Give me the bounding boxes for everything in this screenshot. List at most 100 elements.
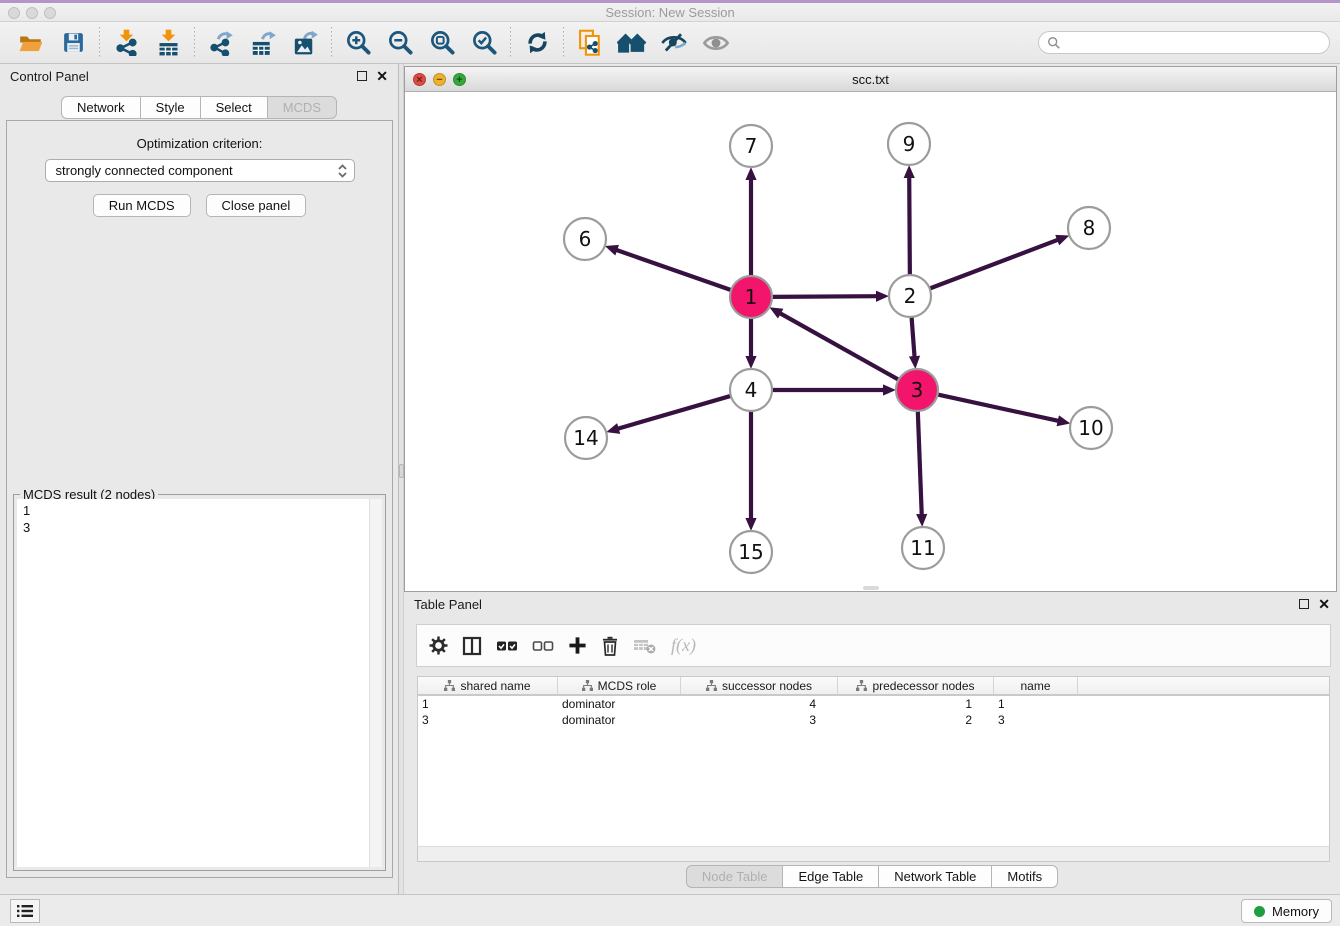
column-header-label: MCDS role bbox=[598, 679, 657, 693]
table-cell[interactable]: 1 bbox=[994, 697, 1078, 711]
run-mcds-button[interactable]: Run MCDS bbox=[93, 194, 191, 217]
task-history-button[interactable] bbox=[10, 899, 40, 923]
table-hscroll[interactable] bbox=[417, 846, 1330, 862]
graph-node-label: 14 bbox=[573, 426, 598, 450]
hide-selected-button[interactable] bbox=[653, 25, 695, 61]
zoom-fit-button[interactable] bbox=[421, 25, 463, 61]
import-network-button[interactable] bbox=[105, 25, 147, 61]
delete-column-button[interactable] bbox=[601, 636, 619, 656]
zoom-out-button[interactable] bbox=[379, 25, 421, 61]
export-table-button[interactable] bbox=[242, 25, 284, 61]
memory-button[interactable]: Memory bbox=[1241, 899, 1332, 923]
import-table-button[interactable] bbox=[147, 25, 189, 61]
eye-slash-icon bbox=[660, 29, 688, 57]
column-header-shared-name[interactable]: shared name bbox=[418, 677, 558, 694]
network-from-clipboard-button[interactable] bbox=[569, 25, 611, 61]
open-session-button[interactable] bbox=[10, 25, 52, 61]
refresh-button[interactable] bbox=[516, 25, 558, 61]
toolbar-separator bbox=[99, 27, 100, 59]
import-table-icon bbox=[155, 29, 182, 56]
save-session-button[interactable] bbox=[52, 25, 94, 61]
optimization-criterion-select[interactable]: strongly connected component bbox=[45, 159, 355, 182]
open-folder-icon bbox=[18, 30, 44, 56]
network-canvas[interactable]: 7968124314101511 bbox=[405, 92, 1336, 591]
tab-edge-table[interactable]: Edge Table bbox=[783, 865, 879, 888]
graph-edge-4-14[interactable] bbox=[618, 395, 733, 428]
table-cell[interactable]: 3 bbox=[418, 713, 558, 727]
add-column-button[interactable] bbox=[568, 636, 587, 655]
table-cell[interactable]: 3 bbox=[681, 713, 838, 727]
table-cell[interactable]: dominator bbox=[558, 697, 681, 711]
network-graph[interactable]: 7968124314101511 bbox=[405, 92, 1336, 591]
tab-node-table[interactable]: Node Table bbox=[686, 865, 784, 888]
table-row[interactable]: 1dominator411 bbox=[418, 696, 1329, 712]
deselect-all-button[interactable] bbox=[532, 639, 554, 653]
node-table[interactable]: shared name MCDS role successor nodes prede… bbox=[417, 676, 1330, 846]
graph-node-label: 7 bbox=[745, 134, 758, 158]
export-network-button[interactable] bbox=[200, 25, 242, 61]
cyndex-browser-button[interactable] bbox=[611, 25, 653, 61]
column-header-successor-nodes[interactable]: successor nodes bbox=[681, 677, 838, 694]
zoom-in-button[interactable] bbox=[337, 25, 379, 61]
column-header-MCDS-role[interactable]: MCDS role bbox=[558, 677, 681, 694]
column-header-label: predecessor nodes bbox=[872, 679, 974, 693]
tab-network[interactable]: Network bbox=[61, 96, 141, 119]
toolbar-separator bbox=[331, 27, 332, 59]
tab-network-table[interactable]: Network Table bbox=[879, 865, 992, 888]
show-all-button[interactable] bbox=[695, 25, 737, 61]
import-network-icon bbox=[113, 29, 140, 56]
toolbar-separator bbox=[194, 27, 195, 59]
column-header-predecessor-nodes[interactable]: predecessor nodes bbox=[838, 677, 994, 694]
float-panel-icon[interactable] bbox=[357, 71, 367, 81]
select-all-button[interactable] bbox=[496, 639, 518, 653]
zoom-selected-button[interactable] bbox=[463, 25, 505, 61]
graph-edge-2-9[interactable] bbox=[909, 177, 910, 277]
tab-select[interactable]: Select bbox=[201, 96, 268, 119]
table-cell[interactable]: 3 bbox=[994, 713, 1078, 727]
close-panel-icon[interactable]: ✕ bbox=[1318, 599, 1330, 609]
tab-style[interactable]: Style bbox=[141, 96, 201, 119]
control-panel: Control Panel ✕ NetworkStyleSelectMCDS O… bbox=[0, 64, 398, 894]
mcds-result-item[interactable]: 1 bbox=[23, 502, 369, 519]
eye-icon bbox=[702, 29, 730, 57]
column-type-icon bbox=[706, 680, 717, 691]
mcds-result-scrollbar[interactable] bbox=[369, 499, 382, 867]
table-cell[interactable]: dominator bbox=[558, 713, 681, 727]
table-cell[interactable]: 1 bbox=[838, 697, 994, 711]
graph-node-label: 10 bbox=[1078, 416, 1103, 440]
control-panel-title: Control Panel bbox=[10, 69, 89, 84]
graph-edge-3-10[interactable] bbox=[936, 394, 1059, 421]
float-panel-icon[interactable] bbox=[1299, 599, 1309, 609]
graph-edge-1-6[interactable] bbox=[616, 250, 733, 291]
network-window-titlebar[interactable]: × − + scc.txt bbox=[405, 67, 1336, 92]
show-columns-button[interactable] bbox=[462, 636, 482, 656]
tab-mcds[interactable]: MCDS bbox=[268, 96, 337, 119]
graph-edge-3-11[interactable] bbox=[918, 409, 922, 515]
table-cell[interactable]: 2 bbox=[838, 713, 994, 727]
tab-motifs[interactable]: Motifs bbox=[992, 865, 1058, 888]
column-header-name[interactable]: name bbox=[994, 677, 1078, 694]
table-body: 1dominator4113dominator323 bbox=[418, 696, 1329, 728]
graph-node-label: 11 bbox=[910, 536, 935, 560]
export-network-icon bbox=[208, 29, 235, 56]
table-row[interactable]: 3dominator323 bbox=[418, 712, 1329, 728]
close-panel-icon[interactable]: ✕ bbox=[376, 71, 388, 81]
export-image-button[interactable] bbox=[284, 25, 326, 61]
close-panel-button[interactable]: Close panel bbox=[206, 194, 307, 217]
search-field[interactable] bbox=[1038, 31, 1330, 54]
graph-edge-2-8[interactable] bbox=[928, 240, 1058, 290]
graph-edge-1-2[interactable] bbox=[770, 296, 877, 297]
zoom-in-icon bbox=[345, 29, 372, 56]
main-toolbar bbox=[0, 22, 1340, 64]
table-cell[interactable]: 1 bbox=[418, 697, 558, 711]
graph-edge-2-3[interactable] bbox=[911, 315, 914, 357]
mcds-result-list[interactable]: 13 bbox=[17, 499, 369, 867]
clipboard-network-icon bbox=[576, 29, 604, 57]
table-settings-button[interactable] bbox=[429, 636, 448, 655]
graph-edge-3-1[interactable] bbox=[780, 313, 901, 381]
table-cell[interactable]: 4 bbox=[681, 697, 838, 711]
export-table-icon bbox=[250, 29, 277, 56]
window-resize-grip[interactable] bbox=[863, 586, 879, 590]
search-input[interactable] bbox=[1061, 36, 1321, 50]
mcds-result-item[interactable]: 3 bbox=[23, 519, 369, 536]
